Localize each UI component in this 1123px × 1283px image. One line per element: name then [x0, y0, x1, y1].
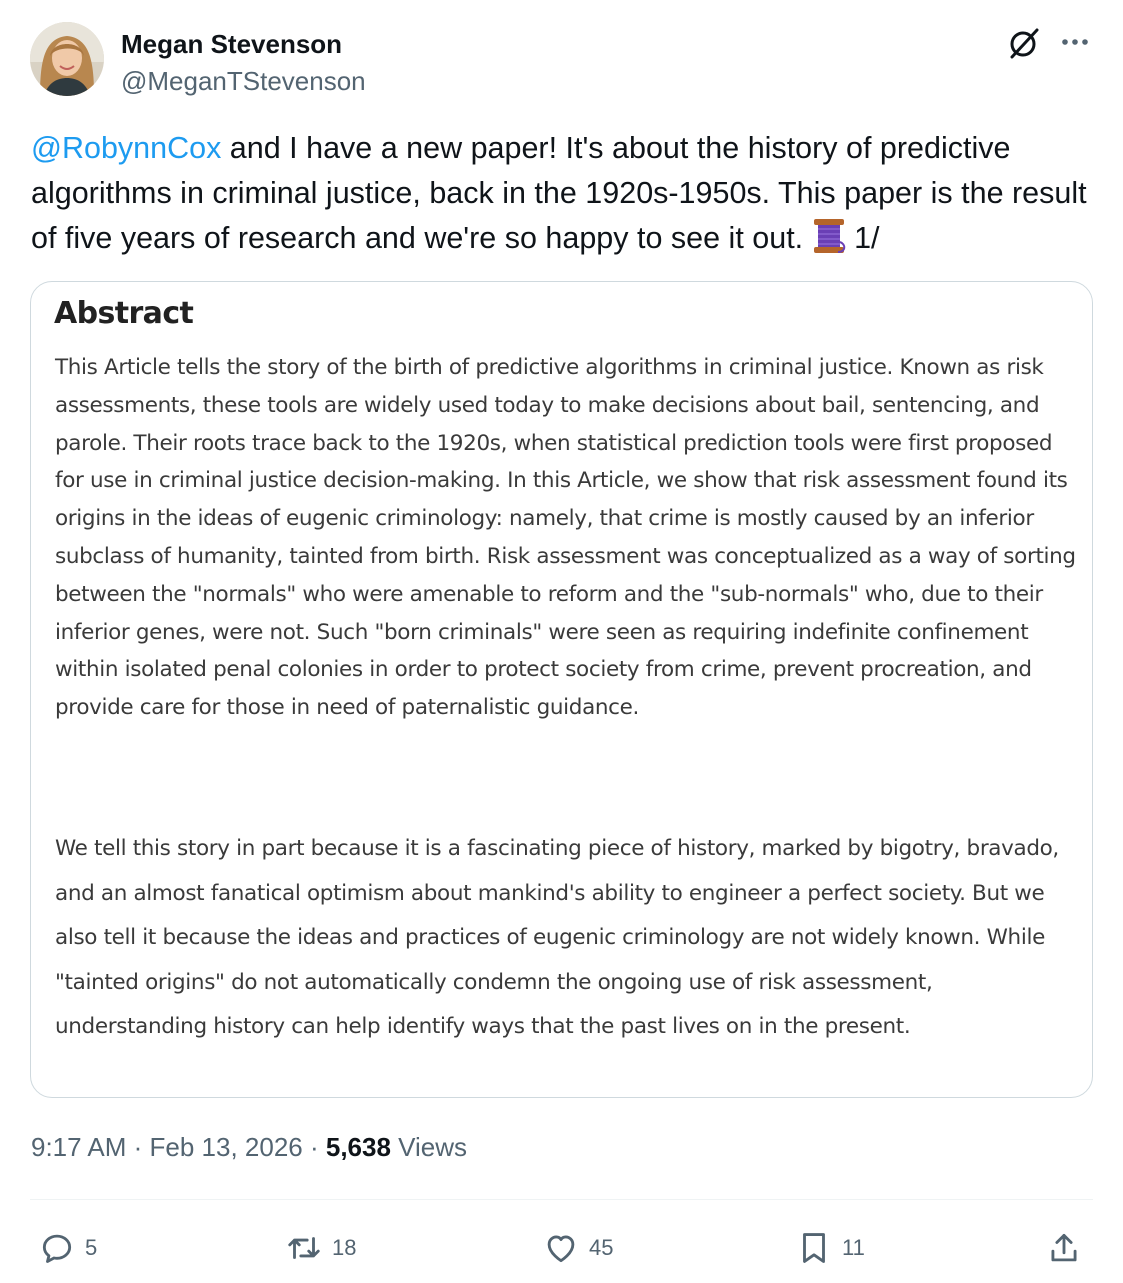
views-label: Views: [390, 1132, 468, 1162]
tweet: Megan Stevenson @MeganTStevenson @Robynn…: [0, 0, 1123, 1283]
retweet-icon: [288, 1237, 320, 1259]
views-count: 5,638: [325, 1132, 391, 1162]
tweet-date[interactable]: Feb 13, 2026: [150, 1132, 303, 1162]
more-icon[interactable]: [1057, 28, 1093, 58]
thread-number: 1/: [845, 221, 880, 255]
divider: [30, 1199, 1093, 1200]
tweet-time[interactable]: 9:17 AM: [31, 1132, 126, 1162]
bookmark-icon: [803, 1233, 825, 1263]
profile-photo-icon: [30, 22, 104, 96]
retweet-count: 18: [332, 1235, 357, 1260]
author-handle[interactable]: @MeganTStevenson: [121, 66, 366, 97]
retweet-button[interactable]: 18: [285, 1226, 356, 1270]
meta-separator: ·: [126, 1132, 150, 1162]
like-icon: [547, 1235, 575, 1263]
tweet-text: @RobynnCox and I have a new paper! It's …: [31, 126, 1093, 261]
grok-icon[interactable]: [1007, 26, 1041, 60]
reply-button[interactable]: 5: [38, 1226, 97, 1270]
like-count: 45: [589, 1235, 614, 1260]
abstract-paragraph-1: This Article tells the story of the birt…: [55, 355, 1076, 721]
like-button[interactable]: 45: [542, 1226, 613, 1270]
tweet-meta: 9:17 AM · Feb 13, 2026 · 5,638 Views: [31, 1132, 467, 1163]
bookmark-count: 11: [842, 1235, 865, 1260]
avatar[interactable]: [30, 22, 104, 96]
share-icon: [1051, 1233, 1077, 1262]
mention-link[interactable]: @RobynnCox: [31, 131, 221, 165]
abstract-title: Abstract: [54, 296, 194, 331]
meta-separator: ·: [302, 1132, 326, 1162]
thread-spool-icon: [812, 218, 846, 254]
author-name[interactable]: Megan Stevenson: [121, 29, 342, 60]
share-button[interactable]: [1045, 1226, 1083, 1270]
reply-count: 5: [85, 1235, 98, 1260]
reply-icon: [42, 1234, 72, 1263]
abstract-image[interactable]: Abstract This Article tells the story of…: [30, 281, 1093, 1098]
abstract-paragraph-2: We tell this story in part because it is…: [55, 836, 1059, 1040]
bookmark-button[interactable]: 11: [795, 1226, 865, 1270]
